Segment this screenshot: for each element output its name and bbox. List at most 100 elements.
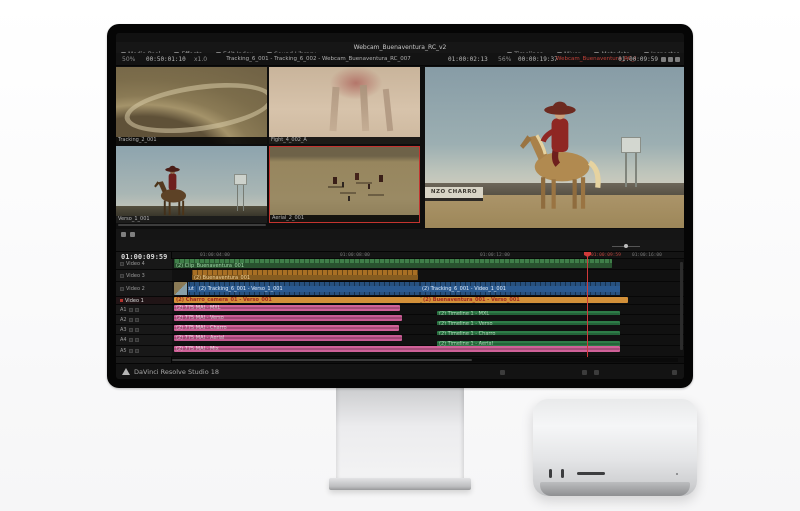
clip-a1-pink[interactable]: (2) 775 MAI - MXL xyxy=(174,305,400,311)
mute-icon[interactable] xyxy=(129,318,133,322)
viewer-option-icon[interactable] xyxy=(668,57,673,62)
track-name: Video 4 xyxy=(126,261,145,267)
timeline-hscrollbar-track xyxy=(172,358,678,362)
track-header-v4[interactable]: Video 4 xyxy=(116,259,172,270)
track-name: A2 xyxy=(120,317,127,323)
track-header-a5[interactable]: A5 xyxy=(116,346,172,357)
angle-label: Tracking_2_001 xyxy=(116,137,267,144)
track-header-v2[interactable]: Video 2 xyxy=(116,282,172,297)
timeline-panel: 01:00:09:59 Video 4 Video 3 Video 2 Vide… xyxy=(116,252,684,363)
timeline-viewer[interactable]: NZO CHARRO xyxy=(425,67,684,228)
footer-bar: DaVinci Resolve Studio 18 xyxy=(116,363,684,379)
multicam-angle-aerial-selected[interactable]: Aerial_2_001 xyxy=(269,146,420,223)
clip-label: (2) 775 MAI - Aerial xyxy=(174,335,402,341)
clip-label: (2) 775 MAI - Verso xyxy=(174,315,402,321)
rider-shadows xyxy=(328,186,344,188)
timeline-hscrollbar-thumb[interactable] xyxy=(172,359,472,361)
clip-v2-segment-2[interactable]: (2) Tracking_6_001 - Video_1_001 xyxy=(420,282,620,295)
clip-a4-pink[interactable]: (2) 775 MAI - Aerial xyxy=(174,335,402,341)
clip-filmstrip xyxy=(420,292,620,295)
timeline-view-options-icon[interactable] xyxy=(121,232,126,237)
solo-icon[interactable] xyxy=(135,338,139,342)
solo-icon[interactable] xyxy=(135,308,139,312)
multicam-angle-tracking[interactable]: Tracking_2_001 xyxy=(116,67,267,144)
clip-label: (2) Charro_camera_01 - Verso_001 xyxy=(174,297,421,303)
clip-v1-segment-2[interactable]: (2) Buenaventura_001 - Verso_001 xyxy=(421,297,628,303)
track-name: A4 xyxy=(120,337,127,343)
ruler-label: 01:00:16:00 xyxy=(632,253,662,258)
timeline-viewer-timecode-in[interactable]: 01:00:02:13 xyxy=(448,56,488,63)
source-viewer-scrollbar[interactable] xyxy=(118,224,266,226)
timeline-viewer-timecode[interactable]: 01:00:09:59 xyxy=(618,56,658,63)
timeline-duration: 00:00:19:37 xyxy=(518,56,558,63)
track-lane-a5: (2) 775 MAI - Mix xyxy=(172,346,684,357)
media-page-icon[interactable] xyxy=(500,370,505,375)
timeline-vscrollbar[interactable] xyxy=(680,262,683,350)
track-lane-v2: Fro_cut (2) Tracking_6_001 - Verso_1_001… xyxy=(172,282,684,297)
track-header-a3[interactable]: A3 xyxy=(116,325,172,335)
track-lane-a3: (2) 775 MAI - Charro (2) Timeline 1 - Ch… xyxy=(172,325,684,335)
ruler-label: 01:00:12:00 xyxy=(480,253,510,258)
color-page-icon[interactable] xyxy=(594,370,599,375)
viewer-info-bar: 50% 00:50:01:10 x1.0 Tracking_6_001 - Tr… xyxy=(116,53,684,66)
source-timecode[interactable]: 00:50:01:10 xyxy=(146,56,186,63)
clip-v1-segment-1[interactable]: (2) Charro_camera_01 - Verso_001 xyxy=(174,297,421,303)
lock-icon[interactable] xyxy=(120,287,124,291)
usb-c-port-icon xyxy=(561,469,564,478)
track-name: Video 1 xyxy=(125,298,144,304)
solo-icon[interactable] xyxy=(135,349,139,353)
mute-icon[interactable] xyxy=(129,328,133,332)
clip-v4[interactable]: (2) Clip_Buenaventura_001 xyxy=(174,259,612,268)
clip-a5-pink[interactable]: (2) 775 MAI - Mix xyxy=(174,346,620,352)
track-name: A5 xyxy=(120,348,127,354)
track-header-v3[interactable]: Video 3 xyxy=(116,270,172,282)
source-zoom-select[interactable]: 50% xyxy=(122,56,135,63)
track-header-v1-selected[interactable]: Video 1 xyxy=(116,297,172,305)
track-lane-v4: (2) Clip_Buenaventura_001 xyxy=(172,259,684,270)
timeline-zoom-select[interactable]: 56% xyxy=(498,56,511,63)
mac-studio-base xyxy=(540,482,690,496)
solo-icon[interactable] xyxy=(135,318,139,322)
mute-icon[interactable] xyxy=(129,308,133,312)
video-frame-aerial xyxy=(270,147,419,222)
lock-icon[interactable] xyxy=(120,262,124,266)
watchtower-leg xyxy=(243,185,244,211)
viewer-option-icon[interactable] xyxy=(675,57,680,62)
edit-page-icon[interactable] xyxy=(582,370,587,375)
track-name: Video 2 xyxy=(126,286,145,292)
clip-label: (2) 775 MAI - Charro xyxy=(174,325,399,331)
usb-c-port-icon xyxy=(549,469,552,478)
track-header-a2[interactable]: A2 xyxy=(116,315,172,325)
clip-a2-pink[interactable]: (2) 775 MAI - Verso xyxy=(174,315,402,321)
clip-v3[interactable]: (2) Buenaventura_001 xyxy=(192,270,418,280)
multicam-angle-fight[interactable]: Fight_4_002_A xyxy=(269,67,420,144)
lock-icon[interactable] xyxy=(120,274,124,278)
clip-label: (2) Buenaventura_001 xyxy=(192,275,418,280)
flag-menu-icon[interactable] xyxy=(130,232,135,237)
transport-bar xyxy=(116,229,684,240)
deliver-page-icon[interactable] xyxy=(672,370,677,375)
mute-icon[interactable] xyxy=(129,349,133,353)
track-header-a4[interactable]: A4 xyxy=(116,335,172,346)
solo-icon[interactable] xyxy=(135,328,139,332)
zoom-slider-handle[interactable] xyxy=(624,244,628,248)
viewer-option-icon[interactable] xyxy=(661,57,666,62)
window-top-strip xyxy=(116,33,684,42)
clip-a3-pink[interactable]: (2) 775 MAI - Charro xyxy=(174,325,399,331)
mac-studio xyxy=(533,399,697,496)
auto-select-indicator[interactable] xyxy=(120,299,123,302)
watchtower-shape xyxy=(621,137,641,153)
multicam-angle-verso[interactable]: Verso_1_001 xyxy=(116,146,267,223)
mute-icon[interactable] xyxy=(129,338,133,342)
track-header-a1[interactable]: A1 xyxy=(116,305,172,315)
playhead[interactable] xyxy=(587,252,588,357)
ruler-label: 01:00:08:00 xyxy=(340,253,370,258)
resolve-app-window: Media Pool Effects Edit Index Sound Libr… xyxy=(116,33,684,379)
angle-label: Aerial_2_001 xyxy=(270,215,419,222)
clip-thumbnail xyxy=(174,282,187,295)
timeline-ruler[interactable]: 01:00:04:00 01:00:08:00 01:00:12:00 01:0… xyxy=(172,252,684,259)
track-lane-v3: (2) Buenaventura_001 xyxy=(172,270,684,282)
clip-v2-segment-1[interactable]: Fro_cut (2) Tracking_6_001 - Verso_1_001 xyxy=(174,282,420,295)
track-lane-a1: (2) 775 MAI - MXL (2) Timeline 1 - MXL xyxy=(172,305,684,315)
track-name: A1 xyxy=(120,307,127,313)
